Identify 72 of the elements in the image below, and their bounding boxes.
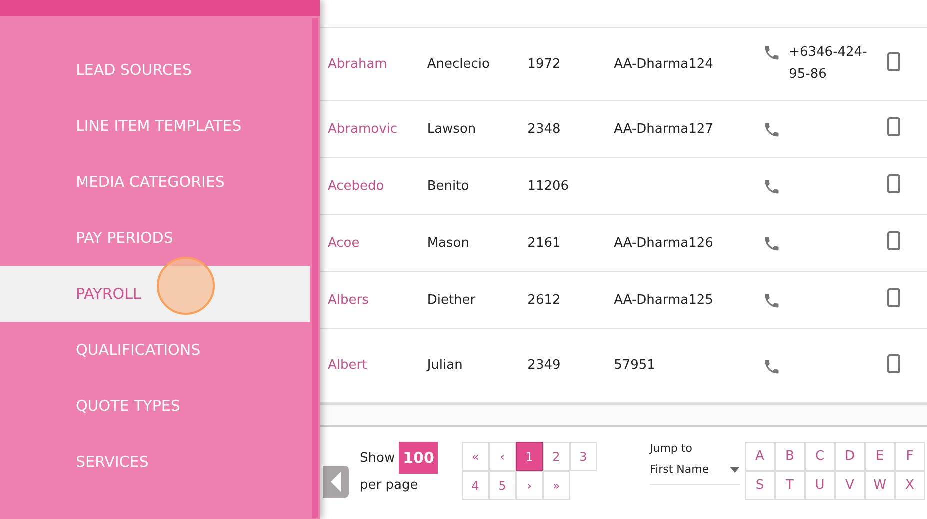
sidebar-item[interactable]: LEAD SOURCES	[0, 42, 310, 98]
last-name-link[interactable]: Acebedo	[328, 178, 384, 194]
letter-button[interactable]: T	[775, 471, 805, 500]
table-cell: 2349	[528, 358, 561, 373]
phone-icon[interactable]	[763, 235, 782, 253]
per-page-label: per page	[360, 478, 420, 493]
table-cell: 57951	[614, 358, 656, 373]
page-button[interactable]: 2	[543, 442, 570, 471]
page-button[interactable]: «	[462, 442, 489, 471]
table-cell: 2348	[528, 122, 561, 136]
last-name-link[interactable]: Abramovic	[328, 122, 398, 136]
sidebar-item[interactable]: MEDIA CATEGORIES	[0, 154, 310, 210]
table-cell: AA-Dharma125	[614, 292, 714, 308]
table-cell: 2161	[528, 236, 561, 250]
table-cell: 2612	[528, 292, 561, 308]
collapse-button[interactable]	[323, 466, 349, 498]
page-button[interactable]: 3	[570, 442, 597, 471]
mobile-phone-icon[interactable]	[887, 288, 902, 308]
mobile-phone-icon[interactable]	[887, 354, 902, 374]
letter-button[interactable]: B	[775, 442, 805, 471]
mobile-phone-icon[interactable]	[887, 231, 902, 251]
page-button[interactable]: 4	[462, 471, 489, 500]
page-button[interactable]: ‹	[489, 442, 516, 471]
letter-button[interactable]: S	[745, 471, 775, 500]
page-button[interactable]: ›	[516, 471, 543, 500]
phone-number: +6346-424-95-86	[789, 44, 868, 84]
phone-icon[interactable]	[763, 292, 782, 310]
page-button[interactable]: 1	[516, 442, 543, 471]
table-cell: Aneclecio	[427, 56, 490, 72]
table-cell: AA-Dharma124	[614, 56, 714, 72]
letter-button[interactable]: W	[865, 471, 895, 500]
mobile-phone-icon[interactable]	[887, 117, 902, 137]
jump-to-label: Jump to	[650, 442, 694, 455]
sidebar-item[interactable]: LINE ITEM TEMPLATES	[0, 98, 310, 154]
sidebar-item[interactable]: QUOTE TYPES	[0, 378, 310, 434]
mobile-phone-icon[interactable]	[887, 174, 902, 194]
last-name-link[interactable]: Albers	[328, 292, 369, 308]
letter-button[interactable]: E	[865, 442, 895, 471]
table-cell: Diether	[427, 292, 476, 308]
letter-button[interactable]: F	[895, 442, 925, 471]
letter-button[interactable]: A	[745, 442, 775, 471]
page-button[interactable]: 5	[489, 471, 516, 500]
show-label: Show	[360, 450, 396, 466]
jump-to-dropdown[interactable]: First Name	[650, 461, 740, 485]
letter-button[interactable]: V	[835, 471, 865, 500]
last-name-link[interactable]: Acoe	[328, 236, 360, 250]
phone-icon[interactable]	[763, 121, 782, 139]
sidebar-item[interactable]: QUALIFICATIONS	[0, 322, 310, 378]
table-cell: 1972	[528, 56, 561, 72]
table-cell: Mason	[427, 236, 470, 250]
letter-button[interactable]: C	[805, 442, 835, 471]
letter-button[interactable]: U	[805, 471, 835, 500]
page-button[interactable]: »	[543, 471, 570, 500]
table-cell: Benito	[427, 178, 470, 194]
mobile-phone-icon[interactable]	[887, 52, 902, 72]
table-cell: AA-Dharma126	[614, 236, 714, 250]
letter-button[interactable]: D	[835, 442, 865, 471]
table-cell: Julian	[427, 358, 463, 373]
last-name-link[interactable]: Albert	[328, 358, 368, 373]
page-size-field[interactable]: 100	[399, 442, 438, 474]
last-name-link[interactable]: Abraham	[328, 56, 388, 72]
table-cell: 11206	[528, 178, 570, 194]
sidebar-item[interactable]: SERVICES	[0, 434, 310, 490]
left-triangle-icon	[331, 472, 341, 492]
table-cell: AA-Dharma127	[614, 122, 714, 136]
phone-icon[interactable]	[763, 358, 782, 376]
table-cell: Lawson	[427, 122, 476, 136]
letter-button[interactable]: X	[895, 471, 925, 500]
dropdown-caret-icon	[730, 466, 740, 472]
phone-icon[interactable]	[763, 44, 782, 62]
sidebar-item[interactable]: PAY PERIODS	[0, 210, 310, 266]
phone-icon[interactable]	[763, 178, 782, 196]
